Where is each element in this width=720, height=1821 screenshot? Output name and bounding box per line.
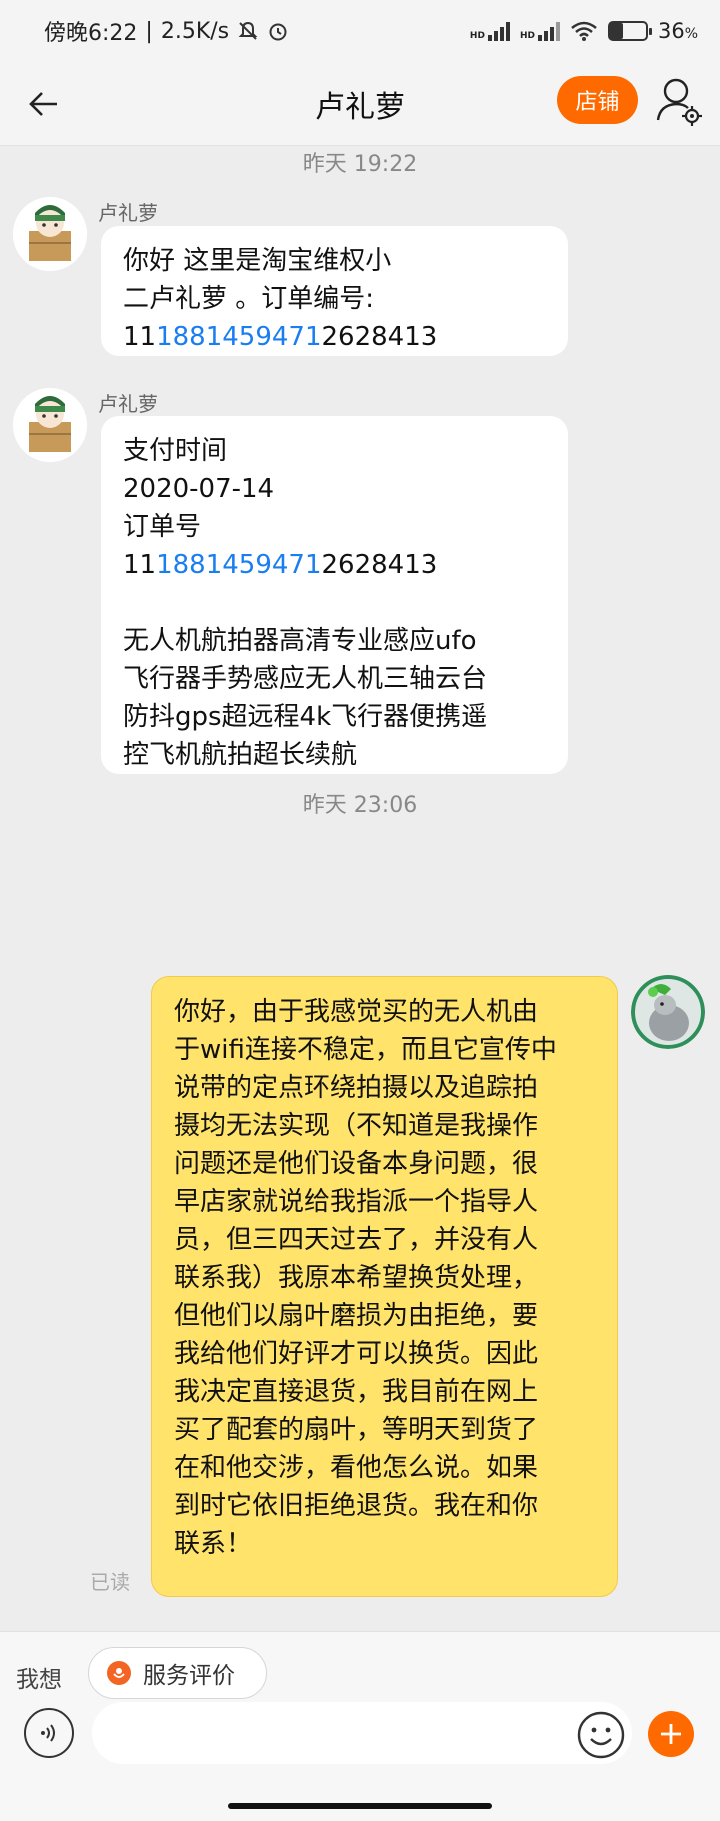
input-panel: 我想 服务评价 bbox=[0, 1631, 720, 1821]
message-line: 联系我）我原本希望换货处理， bbox=[174, 1263, 539, 1293]
wifi-icon bbox=[571, 21, 597, 41]
signal-2-icon: HD bbox=[520, 21, 560, 41]
message-line: 订单号 bbox=[123, 512, 202, 542]
status-bar: 傍晚6:22 | 2.5K/s HD HD 36% bbox=[0, 0, 720, 62]
message-input[interactable] bbox=[92, 1702, 632, 1764]
notification-muted-icon bbox=[238, 21, 258, 40]
message-line: 联系！ bbox=[174, 1529, 253, 1559]
message-line: 到时它依旧拒绝退货。我在和你 bbox=[174, 1491, 539, 1521]
message-line: 于wifi连接不稳定，而且它宣传中 bbox=[174, 1035, 557, 1065]
status-divider: | bbox=[145, 18, 153, 44]
order-number: 1118814594712628413 bbox=[123, 318, 546, 356]
battery-fill bbox=[609, 23, 623, 39]
read-status: 已读 bbox=[90, 1570, 130, 1594]
message-line: 问题还是他们设备本身问题，很 bbox=[174, 1149, 539, 1179]
message-line: 在和他交涉，看他怎么说。如果 bbox=[174, 1453, 539, 1483]
message-line: 我给他们好评才可以换货。因此 bbox=[174, 1339, 539, 1369]
timestamp-2: 昨天 23:06 bbox=[302, 793, 418, 818]
signal-bars bbox=[487, 21, 510, 41]
message-line: 支付时间 bbox=[123, 436, 228, 466]
emoji-icon bbox=[577, 1711, 625, 1759]
battery-unit: % bbox=[684, 26, 698, 42]
battery-value: 36 bbox=[657, 19, 685, 43]
order-number-link[interactable]: 1881459471 bbox=[156, 322, 321, 352]
net-tag-2: HD bbox=[519, 31, 535, 41]
profile-settings-button[interactable] bbox=[654, 74, 704, 128]
status-time: 傍晚6:22 bbox=[44, 21, 138, 46]
service-rating-icon bbox=[107, 1661, 131, 1685]
message-bubble[interactable]: 你好 这里是淘宝维权小 二卢礼萝 。订单编号: 1118814594712628… bbox=[101, 226, 568, 356]
status-speed: 2.5K/s bbox=[160, 18, 230, 44]
plus-icon bbox=[661, 1724, 681, 1744]
order-suffix: 2628413 bbox=[321, 550, 438, 580]
back-arrow-icon bbox=[29, 92, 57, 116]
chat-area[interactable]: 昨天 19:22 卢礼萝 你好 这里是淘宝维权小 二卢礼萝 。订单编号: 111… bbox=[0, 146, 720, 1631]
my-message-bubble[interactable]: 你好，由于我感觉买的无人机由 于wifi连接不稳定，而且它宣传中 说带的定点环绕… bbox=[151, 976, 618, 1597]
seller-avatar-image bbox=[13, 388, 87, 462]
order-suffix: 2628413 bbox=[321, 322, 438, 352]
signal-1-icon: HD bbox=[470, 21, 510, 41]
sender-name: 卢礼萝 bbox=[98, 392, 158, 416]
service-rating-label: 服务评价 bbox=[143, 1663, 235, 1689]
timestamp-1: 昨天 19:22 bbox=[302, 152, 418, 177]
order-number-link[interactable]: 1881459471 bbox=[156, 550, 321, 580]
message-line: 我决定直接退货，我目前在网上 bbox=[174, 1377, 539, 1407]
service-rating-button[interactable]: 服务评价 bbox=[88, 1647, 267, 1699]
flower-glyph bbox=[113, 1668, 125, 1678]
my-avatar-image bbox=[631, 975, 705, 1049]
message-line: 2020-07-14 bbox=[123, 474, 275, 504]
seller-avatar-image bbox=[13, 197, 87, 271]
product-line: 无人机航拍器高清专业感应ufo bbox=[123, 626, 477, 656]
message-line: 早店家就说给我指派一个指导人 bbox=[174, 1187, 539, 1217]
order-number: 1118814594712628413 bbox=[123, 546, 546, 584]
message-line: 但他们以扇叶磨损为由拒绝，要 bbox=[174, 1301, 539, 1331]
message-line: 买了配套的扇叶，等明天到货了 bbox=[174, 1415, 539, 1445]
seller-avatar[interactable] bbox=[13, 197, 87, 271]
message-line: 你好，由于我感觉买的无人机由 bbox=[174, 997, 539, 1027]
alarm-icon bbox=[269, 23, 287, 41]
net-tag-1: HD bbox=[469, 31, 485, 41]
my-avatar[interactable] bbox=[631, 975, 705, 1049]
voice-button[interactable] bbox=[24, 1708, 74, 1758]
signal-bars bbox=[537, 21, 560, 41]
order-prefix: 11 bbox=[123, 322, 157, 352]
message-line: 说带的定点环绕拍摄以及追踪拍 bbox=[174, 1073, 539, 1103]
message-bubble[interactable]: 支付时间 2020-07-14 订单号 1118814594712628413 … bbox=[101, 416, 568, 774]
home-indicator[interactable] bbox=[228, 1803, 492, 1809]
add-button[interactable] bbox=[648, 1711, 694, 1757]
emoji-button[interactable] bbox=[576, 1710, 626, 1760]
message-line: 二卢礼萝 。订单编号: bbox=[123, 284, 375, 314]
battery-percent: 36% bbox=[658, 19, 698, 43]
wish-label: 我想 bbox=[16, 1667, 62, 1693]
battery-icon bbox=[607, 21, 652, 41]
voice-icon bbox=[41, 1724, 55, 1742]
message-line: 员，但三四天过去了，并没有人 bbox=[174, 1225, 539, 1255]
nav-bar: 卢礼萝 店铺 bbox=[0, 62, 720, 146]
order-prefix: 11 bbox=[123, 550, 157, 580]
profile-settings-icon bbox=[656, 78, 702, 126]
message-line: 摄均无法实现（不知道是我操作 bbox=[174, 1111, 539, 1141]
seller-avatar[interactable] bbox=[13, 388, 87, 462]
back-button[interactable] bbox=[22, 82, 66, 126]
product-line: 防抖gps超远程4k飞行器便携遥 bbox=[123, 702, 488, 732]
sender-name: 卢礼萝 bbox=[98, 201, 158, 225]
product-line: 控飞机航拍超长续航 bbox=[123, 740, 358, 770]
shop-button[interactable]: 店铺 bbox=[557, 76, 638, 124]
product-line: 飞行器手势感应无人机三轴云台 bbox=[123, 664, 488, 694]
message-line: 你好 这里是淘宝维权小 bbox=[123, 246, 392, 276]
